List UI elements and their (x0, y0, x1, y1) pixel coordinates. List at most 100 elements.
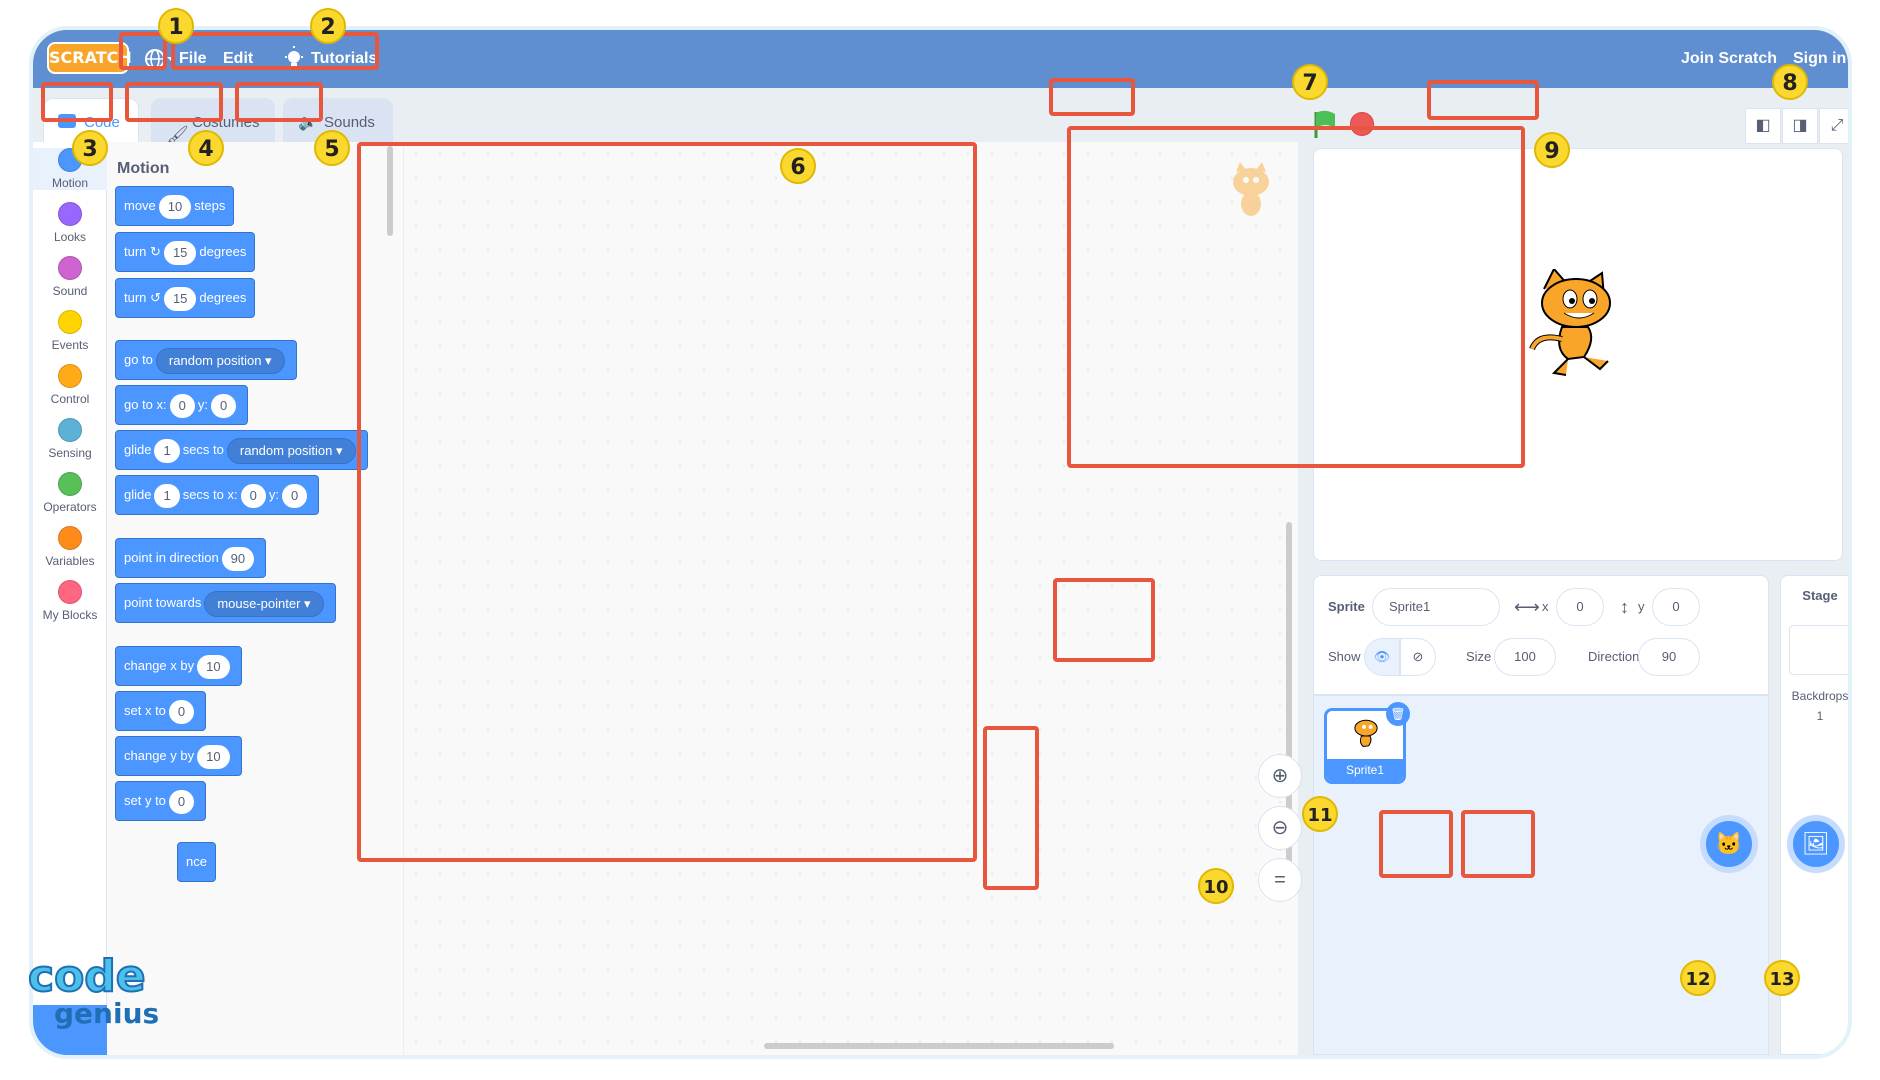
direction-input[interactable]: 90 (1638, 638, 1700, 676)
block-input[interactable]: 10 (197, 744, 230, 769)
block-input[interactable]: 15 (163, 240, 197, 265)
show-label: Show (1328, 649, 1361, 664)
block-dropdown[interactable]: random position ▾ (155, 347, 285, 374)
add-backdrop-icon[interactable]: 🖼 (1787, 815, 1845, 873)
zoom-out-icon[interactable]: ⊖ (1258, 806, 1302, 850)
backdrop-thumbnail[interactable] (1789, 625, 1848, 675)
category-label: My Blocks (42, 608, 98, 622)
block-bounce-partial[interactable]: nce (177, 842, 216, 882)
highlight-box (171, 32, 379, 70)
highlight-box (1379, 810, 1453, 878)
category-label: Operators (43, 500, 97, 514)
backdrops-count: 1 (1816, 709, 1824, 723)
block-text: degrees (199, 244, 247, 259)
block-input[interactable]: 0 (211, 393, 237, 418)
category-label: Motion (51, 176, 89, 190)
block-glide-to-xy[interactable]: glide 1 secs to x: 0 y: 0 (115, 475, 320, 515)
block-change-x[interactable]: change x by 10 (115, 646, 242, 686)
category-color-dot (58, 526, 82, 550)
block-text: set y to (124, 793, 166, 808)
scratch-logo[interactable]: SCRATCH (47, 42, 132, 74)
callout-badge: 7 (1292, 64, 1328, 100)
block-input[interactable]: 15 (163, 286, 197, 311)
delete-trash-icon[interactable]: 🗑 (1386, 702, 1410, 726)
y-label: y (1638, 599, 1645, 614)
block-text: move (124, 198, 156, 213)
zoom-in-icon[interactable]: ⊕ (1258, 754, 1302, 798)
highlight-box (119, 32, 167, 70)
callout-badge: 8 (1772, 64, 1808, 100)
block-text: turn (124, 244, 147, 259)
x-input[interactable]: 0 (1556, 588, 1604, 626)
block-text: glide (124, 487, 152, 502)
block-input[interactable]: 90 (221, 546, 255, 571)
block-change-y[interactable]: change y by 10 (115, 736, 242, 776)
category-variables[interactable]: Variables (33, 526, 107, 568)
sprite-name-input[interactable]: Sprite1 (1372, 588, 1500, 626)
callout-badge: 13 (1764, 960, 1800, 996)
block-input[interactable]: 1 (154, 483, 180, 508)
dropdown-value: random position (168, 352, 262, 368)
block-move-steps[interactable]: move 10 steps (115, 186, 235, 226)
category-my-blocks[interactable]: My Blocks (33, 580, 107, 622)
dropdown-value: random position (239, 442, 333, 458)
direction-label: Direction (1588, 649, 1640, 664)
callout-badge: 2 (310, 8, 346, 44)
block-input[interactable]: 0 (168, 789, 195, 814)
hide-eye-icon[interactable]: ⊘ (1400, 638, 1436, 676)
block-input[interactable]: 0 (281, 483, 308, 508)
category-events[interactable]: Events (33, 310, 107, 352)
cat-thumbnail-icon (1354, 719, 1378, 747)
workspace-hscrollbar[interactable] (764, 1043, 1114, 1049)
block-text: y: (197, 397, 208, 412)
tab-sounds-label: Sounds (324, 114, 375, 131)
cat-sprite-icon[interactable] (1524, 267, 1634, 379)
category-sensing[interactable]: Sensing (33, 418, 107, 460)
block-point-towards[interactable]: point towards mouse-pointer ▾ (115, 583, 336, 623)
category-control[interactable]: Control (33, 364, 107, 406)
highlight-box (1067, 126, 1525, 468)
block-text: steps (194, 198, 226, 213)
fullscreen-icon[interactable]: ⤢ (1819, 108, 1848, 144)
category-color-dot (58, 418, 82, 442)
block-input[interactable]: 0 (240, 483, 266, 508)
block-go-to-xy[interactable]: go to x: 0 y: 0 (115, 385, 249, 425)
block-point-in-direction[interactable]: point in direction 90 (115, 538, 267, 578)
block-dropdown[interactable]: mouse-pointer ▾ (204, 590, 324, 617)
block-turn-left[interactable]: turn ↺ 15 degrees (115, 278, 256, 318)
category-sound[interactable]: Sound (33, 256, 107, 298)
category-label: Looks (53, 230, 87, 244)
size-input[interactable]: 100 (1494, 638, 1556, 676)
callout-badge: 9 (1534, 132, 1570, 168)
block-set-y[interactable]: set y to 0 (115, 781, 207, 821)
highlight-box (1427, 80, 1539, 120)
block-input[interactable]: 0 (168, 699, 195, 724)
add-sprite-icon[interactable]: 🐱 (1700, 815, 1758, 873)
category-color-dot (58, 256, 82, 280)
block-input[interactable]: 10 (158, 194, 192, 219)
category-operators[interactable]: Operators (33, 472, 107, 514)
join-scratch-link[interactable]: Join Scratch (1681, 30, 1777, 88)
highlight-box (235, 82, 323, 122)
block-text: go to (124, 352, 153, 367)
large-stage-icon[interactable]: ◨ (1782, 108, 1818, 144)
sprite-label: Sprite (1328, 599, 1365, 614)
y-input[interactable]: 0 (1652, 588, 1700, 626)
show-eye-icon[interactable]: 👁 (1364, 638, 1400, 676)
block-go-to[interactable]: go to random position ▾ (115, 340, 297, 380)
block-glide-to[interactable]: glide 1 secs to random position ▾ (115, 430, 368, 470)
block-input[interactable]: 10 (197, 654, 230, 679)
block-input[interactable]: 1 (154, 438, 180, 463)
block-set-x[interactable]: set x to 0 (115, 691, 207, 731)
zoom-reset-icon[interactable]: = (1258, 858, 1302, 902)
block-dropdown[interactable]: random position ▾ (226, 437, 356, 464)
block-turn-right[interactable]: turn ↻ 15 degrees (115, 232, 256, 272)
palette-heading: Motion (117, 160, 170, 177)
block-input[interactable]: 0 (169, 393, 195, 418)
block-text: turn (124, 290, 147, 305)
category-label: Control (50, 392, 90, 406)
small-stage-icon[interactable]: ◧ (1745, 108, 1781, 144)
callout-badge: 10 (1198, 868, 1234, 904)
category-looks[interactable]: Looks (33, 202, 107, 244)
category-color-dot (58, 580, 82, 604)
